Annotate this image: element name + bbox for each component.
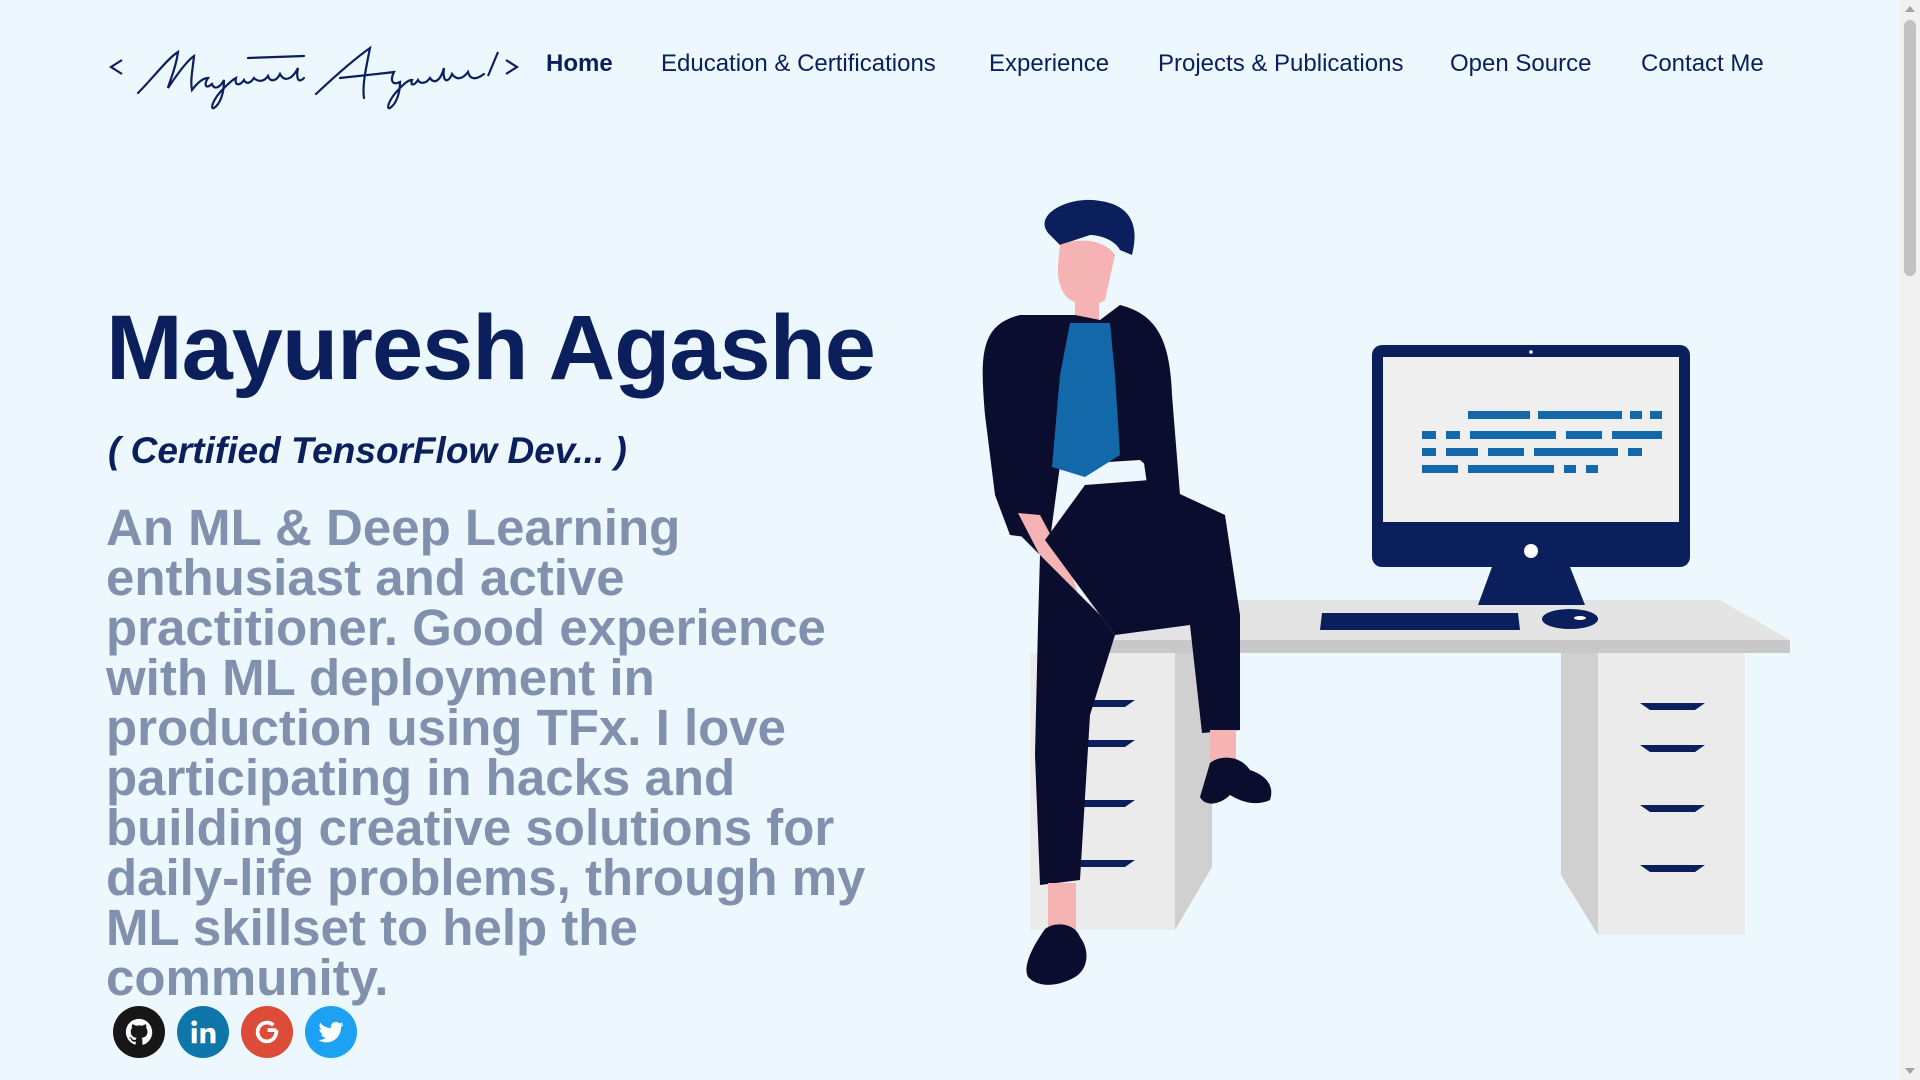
hero-illustration bbox=[940, 195, 1800, 1005]
linkedin-button[interactable] bbox=[177, 1006, 229, 1058]
github-icon bbox=[125, 1018, 153, 1045]
monitor-screen bbox=[1383, 357, 1679, 522]
twitter-button[interactable] bbox=[305, 1006, 357, 1058]
desk-edge bbox=[1060, 640, 1790, 653]
linkedin-icon bbox=[191, 1020, 216, 1044]
page-scrollbar[interactable] bbox=[1900, 0, 1920, 1080]
nav-education-certifications[interactable]: Education & Certifications bbox=[661, 50, 936, 78]
nav-experience[interactable]: Experience bbox=[989, 50, 1109, 78]
google-button[interactable] bbox=[241, 1006, 293, 1058]
scroll-down-arrow-icon[interactable] bbox=[1905, 1068, 1915, 1074]
nav-open-source[interactable]: Open Source bbox=[1450, 50, 1591, 78]
right-drawer-cabinet bbox=[1598, 653, 1745, 935]
hero-description: An ML & Deep Learning enthusiast and act… bbox=[106, 499, 866, 1006]
developer-desk-illustration bbox=[982, 199, 1790, 985]
hero-subtitle: ( Certified TensorFlow Dev... ) bbox=[108, 430, 627, 471]
person-left-shoe bbox=[1026, 924, 1087, 985]
scroll-up-arrow-icon[interactable] bbox=[1905, 6, 1915, 12]
google-icon bbox=[255, 1020, 279, 1044]
keyboard bbox=[1320, 613, 1520, 630]
site-logo[interactable] bbox=[108, 38, 524, 110]
twitter-icon bbox=[318, 1021, 344, 1043]
nav-projects-publications[interactable]: Projects & Publications bbox=[1158, 50, 1403, 78]
mouse bbox=[1542, 609, 1598, 629]
nav-contact-me[interactable]: Contact Me bbox=[1641, 50, 1764, 78]
social-links bbox=[113, 1006, 357, 1058]
person-right-shoe bbox=[1200, 757, 1272, 804]
nav-home[interactable]: Home bbox=[546, 50, 613, 78]
logo-signature-graphic bbox=[108, 45, 520, 110]
github-button[interactable] bbox=[113, 1006, 165, 1058]
scroll-thumb[interactable] bbox=[1904, 20, 1916, 276]
hero-name: Mayuresh Agashe bbox=[106, 297, 876, 399]
